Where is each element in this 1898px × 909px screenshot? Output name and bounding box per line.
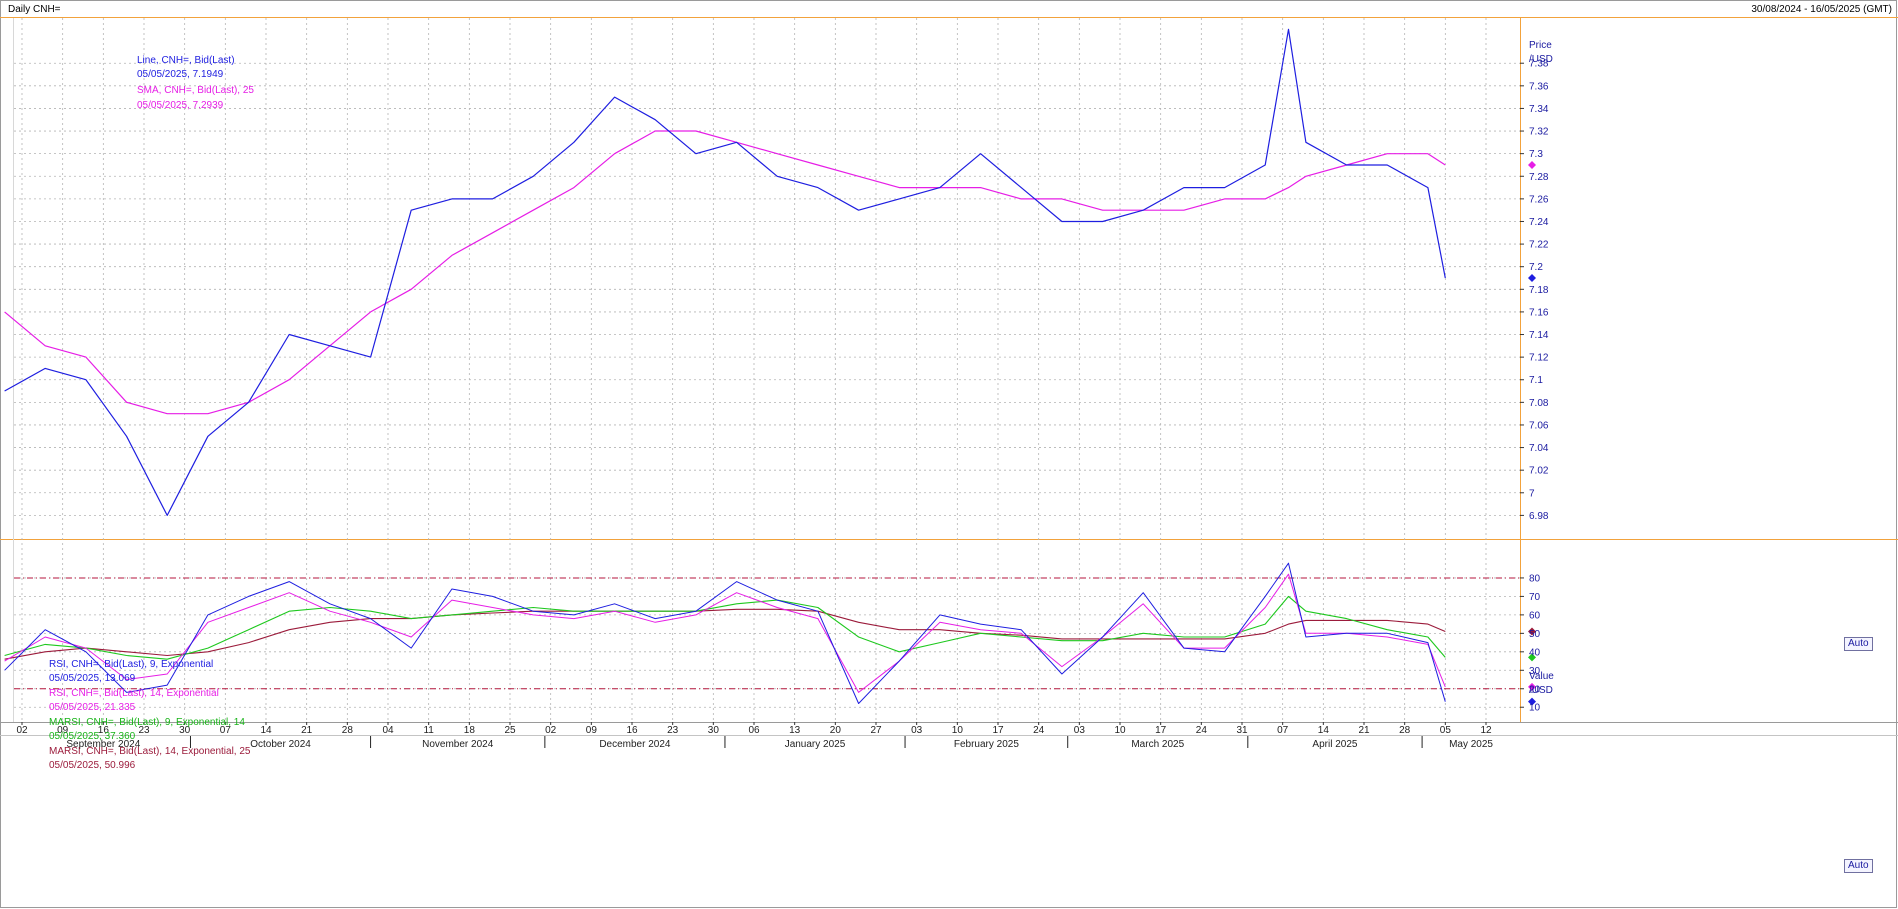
day-tick-label: 24 xyxy=(1196,725,1208,736)
day-tick-label: 05 xyxy=(1440,725,1452,736)
price-tick-label: 7.02 xyxy=(1529,466,1549,477)
day-tick-label: 03 xyxy=(1074,725,1086,736)
price-legend-value: 05/05/2025, 7.1949 xyxy=(137,69,224,80)
sma-legend-label: SMA, CNH=, Bid(Last), 25 xyxy=(137,85,254,96)
price-last-value-marker xyxy=(1528,274,1536,282)
price-tick-label: 7.32 xyxy=(1529,127,1549,138)
outer-border xyxy=(0,0,1897,908)
indicator-tick-label: 40 xyxy=(1529,647,1541,658)
day-tick-label: 17 xyxy=(992,725,1004,736)
day-tick-label: 13 xyxy=(789,725,801,736)
day-tick-label: 12 xyxy=(1480,725,1492,736)
day-tick-label: 28 xyxy=(342,725,354,736)
price-tick-label: 7.06 xyxy=(1529,420,1549,431)
legend: Line, CNH=, Bid(Last) 05/05/2025, 7.1949 S… xyxy=(49,55,254,771)
price-axis-title: Price xyxy=(1529,40,1552,51)
rsi14-legend-label: RSI, CNH=, Bid(Last), 14, Exponential xyxy=(49,688,219,699)
price-tick-label: 7.36 xyxy=(1529,81,1549,92)
price-tick-label: 7.04 xyxy=(1529,443,1549,454)
chart-canvas: 6.98 7 7.02 7.04 7.06 7.08 7.1 7.12 7.14 7.16 7.18… xyxy=(0,0,1898,908)
day-tick-label: 28 xyxy=(1399,725,1411,736)
price-tick-label: 7.16 xyxy=(1529,307,1549,318)
day-tick-label: 14 xyxy=(260,725,272,736)
price-tick-label: 6.98 xyxy=(1529,511,1549,522)
indicator-tick-label: 10 xyxy=(1529,703,1541,714)
day-tick-label: 31 xyxy=(1236,725,1248,736)
price-tick-label: 7.1 xyxy=(1529,375,1543,386)
rsi9-legend-value: 05/05/2025, 13.069 xyxy=(49,673,136,684)
price-tick-label: 7.18 xyxy=(1529,285,1549,296)
month-label: February 2025 xyxy=(954,739,1019,750)
indicator-axis-unit: /USD xyxy=(1529,685,1553,696)
price-tick-label: 7.26 xyxy=(1529,194,1549,205)
price-tick-label: 7.2 xyxy=(1529,262,1543,273)
price-tick-label: 7.22 xyxy=(1529,240,1549,251)
marsi9-legend-label: MARSI, CNH=, Bid(Last), 9, Exponential, … xyxy=(49,717,245,728)
marsi14-legend-label: MARSI, CNH=, Bid(Last), 14, Exponential,… xyxy=(49,746,251,757)
day-tick-label: 21 xyxy=(301,725,313,736)
indicator-tick-label: 70 xyxy=(1529,592,1541,603)
marsi14-legend-value: 05/05/2025, 50.996 xyxy=(49,760,136,771)
rsi9-legend-label: RSI, CNH=, Bid(Last), 9, Exponential xyxy=(49,659,213,670)
day-tick-label: 11 xyxy=(423,725,434,736)
day-tick-label: 20 xyxy=(830,725,842,736)
day-tick-label: 14 xyxy=(1318,725,1330,736)
day-tick-label: 02 xyxy=(545,725,557,736)
grid-lines xyxy=(14,18,1524,748)
day-tick-label: 04 xyxy=(382,725,394,736)
month-label: March 2025 xyxy=(1131,739,1184,750)
month-label: December 2024 xyxy=(599,739,671,750)
month-label: May 2025 xyxy=(1449,739,1493,750)
marsi9-legend-value: 05/05/2025, 37.360 xyxy=(49,731,136,742)
price-axis-unit: /USD xyxy=(1529,54,1553,65)
price-auto-scale-button[interactable]: Auto xyxy=(1844,637,1873,651)
day-tick-label: 10 xyxy=(1114,725,1126,736)
rsi14-legend-value: 05/05/2025, 21.335 xyxy=(49,702,136,713)
indicator-axis-title: Value xyxy=(1529,671,1554,682)
month-label: October 2024 xyxy=(250,739,311,750)
day-tick-label: 27 xyxy=(870,725,882,736)
sma-line xyxy=(4,130,1446,415)
price-tick-label: 7.14 xyxy=(1529,330,1549,341)
price-tick-label: 7.3 xyxy=(1529,149,1543,160)
sma-last-value-marker xyxy=(1528,160,1536,169)
day-tick-label: 10 xyxy=(952,725,964,736)
price-tick-label: 7.12 xyxy=(1529,353,1549,364)
month-label: November 2024 xyxy=(422,739,494,750)
day-tick-label: 21 xyxy=(1358,725,1370,736)
day-tick-label: 03 xyxy=(911,725,923,736)
indicator-tick-label: 60 xyxy=(1529,610,1541,621)
day-tick-label: 30 xyxy=(708,725,720,736)
day-tick-label: 23 xyxy=(667,725,679,736)
indicator-auto-scale-button[interactable]: Auto xyxy=(1844,859,1873,873)
day-tick-label: 18 xyxy=(464,725,476,736)
price-tick-label: 7.28 xyxy=(1529,172,1549,183)
indicator-tick-label: 50 xyxy=(1529,629,1541,640)
indicator-tick-label: 80 xyxy=(1529,573,1541,584)
price-tick-label: 7 xyxy=(1529,488,1535,499)
day-tick-label: 07 xyxy=(1277,725,1289,736)
day-tick-label: 17 xyxy=(1155,725,1167,736)
month-label: January 2025 xyxy=(785,739,846,750)
day-tick-label: 02 xyxy=(16,725,28,736)
sma-legend-value: 05/05/2025, 7.2939 xyxy=(137,100,224,111)
marsi9-line xyxy=(4,595,1446,660)
price-tick-label: 7.24 xyxy=(1529,217,1549,228)
price-tick-label: 7.34 xyxy=(1529,104,1549,115)
day-tick-label: 09 xyxy=(586,725,598,736)
panel-frames xyxy=(0,0,1898,908)
day-tick-label: 16 xyxy=(626,725,638,736)
day-tick-label: 25 xyxy=(504,725,516,736)
day-tick-label: 06 xyxy=(748,725,760,736)
price-tick-label: 7.08 xyxy=(1529,398,1549,409)
month-label: April 2025 xyxy=(1312,739,1357,750)
day-tick-label: 24 xyxy=(1033,725,1045,736)
price-legend-label: Line, CNH=, Bid(Last) xyxy=(137,55,235,66)
